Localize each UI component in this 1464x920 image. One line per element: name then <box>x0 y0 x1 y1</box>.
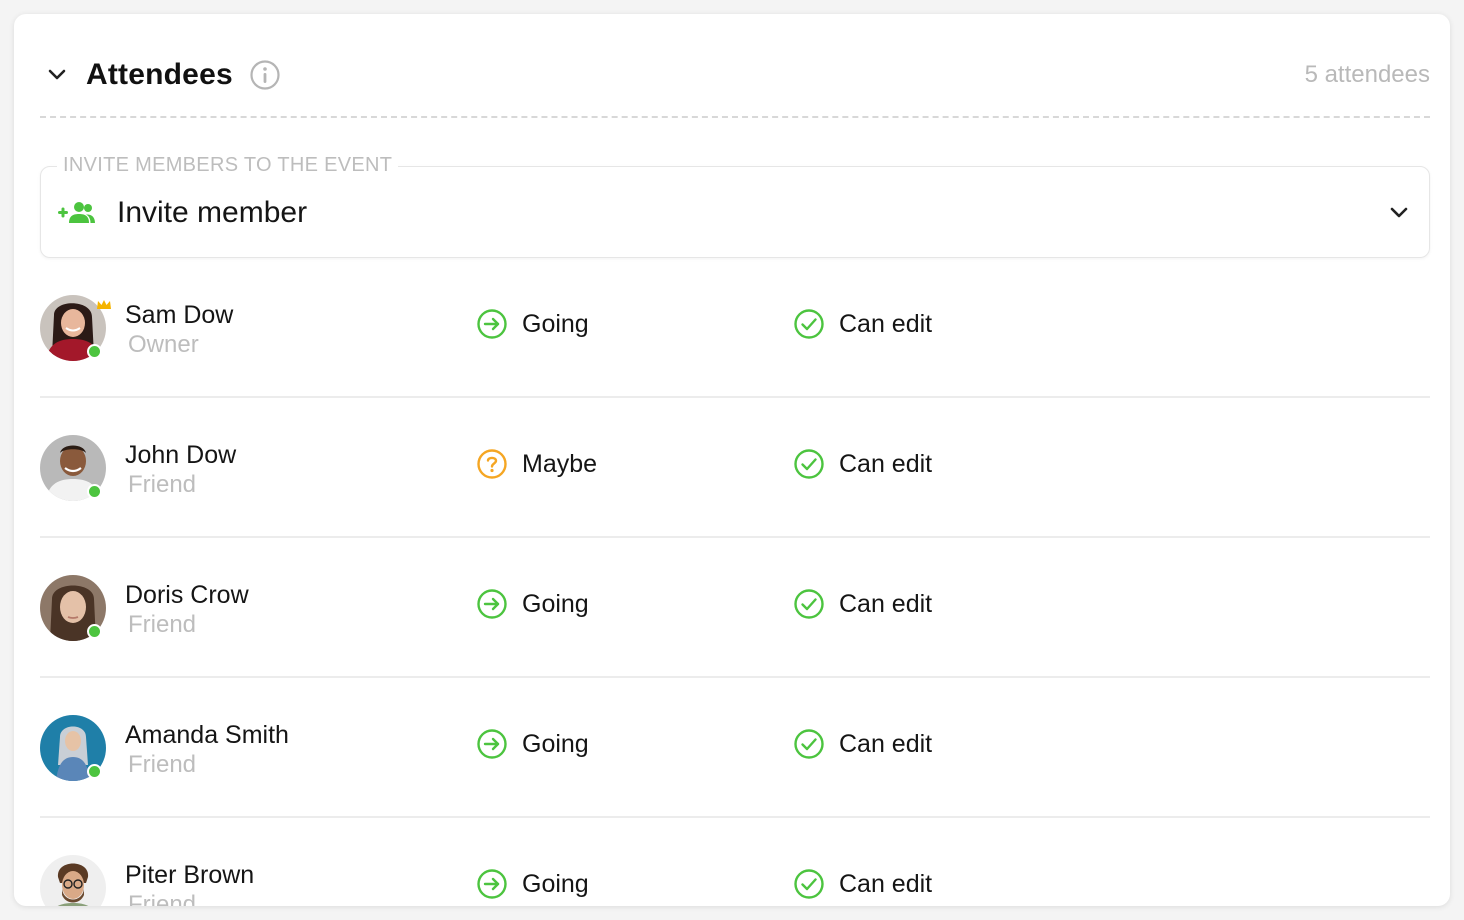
rsvp-status-label: Going <box>522 729 589 758</box>
check-circle-icon <box>793 448 825 480</box>
rsvp-status-label: Going <box>522 309 589 338</box>
online-status-indicator <box>87 764 102 779</box>
rsvp-status-label: Maybe <box>522 449 598 478</box>
attendee-row[interactable]: John Dow Friend Maybe Can edit <box>40 398 1430 538</box>
online-status-indicator <box>87 624 102 639</box>
permission-label: Can edit <box>839 449 933 478</box>
attendee-name: Sam Dow <box>125 301 234 329</box>
attendee-count: 5 attendees <box>1304 61 1430 88</box>
permission-label: Can edit <box>839 589 933 618</box>
avatar[interactable] <box>40 435 106 501</box>
attendee-row[interactable]: Sam Dow Owner Going Can edit <box>40 258 1430 398</box>
attendee-list: Sam Dow Owner Going Can edit John Dow Fr… <box>40 258 1430 906</box>
attendee-role: Friend <box>128 611 197 638</box>
online-status-indicator <box>87 484 102 499</box>
attendee-role: Friend <box>128 891 197 906</box>
rsvp-status-label: Going <box>522 589 589 618</box>
attendee-row[interactable]: Doris Crow Friend Going Can edit <box>40 538 1430 678</box>
question-circle-icon <box>476 448 508 480</box>
rsvp-status[interactable]: Going <box>476 868 589 900</box>
rsvp-status[interactable]: Maybe <box>476 448 597 480</box>
check-circle-icon <box>793 728 825 760</box>
permission-status[interactable]: Can edit <box>793 728 932 760</box>
permission-label: Can edit <box>839 309 933 338</box>
permission-status[interactable]: Can edit <box>793 868 932 900</box>
attendees-header: Attendees 5 attendees <box>40 54 1430 96</box>
attendee-name: Doris Crow <box>125 581 249 609</box>
permission-label: Can edit <box>839 729 933 758</box>
avatar[interactable] <box>40 575 106 641</box>
rsvp-status-label: Going <box>522 869 589 898</box>
permission-label: Can edit <box>839 869 933 898</box>
info-icon[interactable] <box>249 59 281 91</box>
permission-status[interactable]: Can edit <box>793 448 932 480</box>
attendee-row[interactable]: Amanda Smith Friend Going Can edit <box>40 678 1430 818</box>
chevron-down-icon <box>48 69 66 80</box>
attendee-role: Friend <box>128 751 197 778</box>
check-circle-icon <box>793 588 825 620</box>
avatar[interactable] <box>40 295 111 361</box>
invite-member-select[interactable]: INVITE MEMBERS TO THE EVENT Invite membe… <box>40 154 1430 258</box>
arrow-right-circle-icon <box>476 588 508 620</box>
rsvp-status[interactable]: Going <box>476 728 589 760</box>
avatar[interactable] <box>40 715 106 781</box>
chevron-down-icon[interactable] <box>1389 206 1409 220</box>
attendee-row[interactable]: Piter Brown Friend Going Can edit <box>40 818 1430 906</box>
arrow-right-circle-icon <box>476 868 508 900</box>
section-title: Attendees <box>86 58 233 91</box>
header-divider <box>40 116 1430 118</box>
collapse-toggle-button[interactable] <box>40 58 74 92</box>
attendee-role: Friend <box>128 471 197 498</box>
crown-icon <box>96 299 112 311</box>
check-circle-icon <box>793 308 825 340</box>
attendee-name: John Dow <box>125 441 237 469</box>
avatar[interactable] <box>40 855 106 906</box>
online-status-indicator <box>87 344 102 359</box>
permission-status[interactable]: Can edit <box>793 308 932 340</box>
attendees-panel: Attendees 5 attendees INVITE MEMBERS TO … <box>14 14 1450 906</box>
attendee-name: Amanda Smith <box>125 721 289 749</box>
rsvp-status[interactable]: Going <box>476 308 589 340</box>
rsvp-status[interactable]: Going <box>476 588 589 620</box>
arrow-right-circle-icon <box>476 728 508 760</box>
invite-field-legend: INVITE MEMBERS TO THE EVENT <box>57 154 399 177</box>
attendee-name: Piter Brown <box>125 861 255 889</box>
arrow-right-circle-icon <box>476 308 508 340</box>
invite-member-label: Invite member <box>117 196 308 229</box>
attendee-role: Owner <box>128 331 199 358</box>
permission-status[interactable]: Can edit <box>793 588 932 620</box>
check-circle-icon <box>793 868 825 900</box>
add-group-icon <box>57 198 97 228</box>
